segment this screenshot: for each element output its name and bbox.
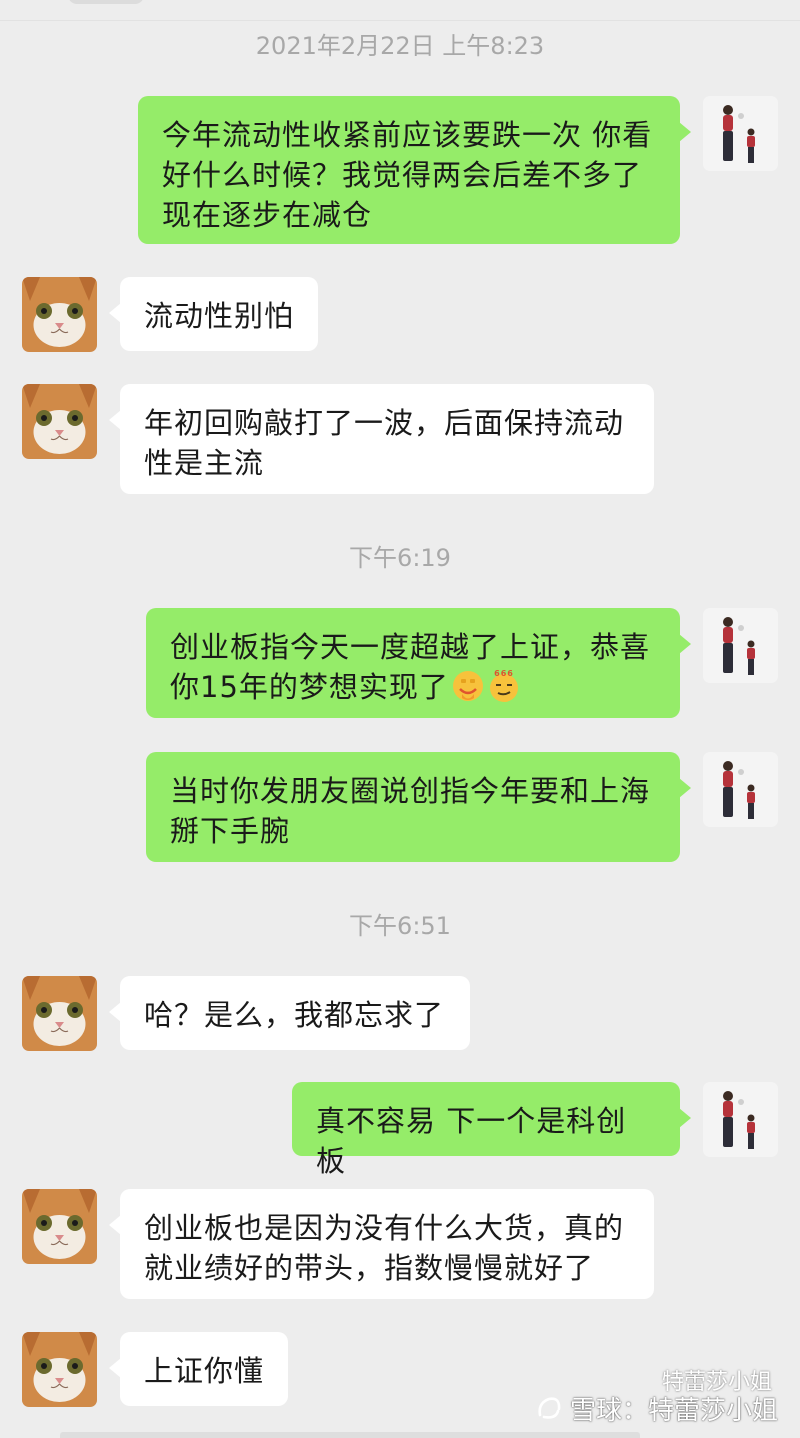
cat-avatar-icon[interactable]: [22, 384, 97, 459]
message-bubble-incoming[interactable]: 创业板也是因为没有什么大货，真的就业绩好的带头，指数慢慢就好了: [109, 1189, 654, 1299]
snowball-logo-icon: [538, 1397, 561, 1419]
cat-avatar-icon[interactable]: [22, 1332, 97, 1407]
emoji-666-text: 666: [494, 669, 514, 678]
smug-666-emoji-icon: 666: [487, 669, 521, 703]
message-text: 创业板指今天一度超越了上证，恭喜你15年的梦想实现了: [170, 630, 651, 704]
chat-screen: 2021年2月22日 上午8:23 今年流动性收紧前应该要跌一次 你看好什么时候…: [0, 0, 800, 1438]
cat-avatar-icon[interactable]: [22, 1189, 97, 1264]
divider: [0, 20, 800, 21]
cat-avatar-icon[interactable]: [22, 277, 97, 352]
figure-avatar-icon[interactable]: [703, 1082, 778, 1157]
figure-avatar-icon[interactable]: [703, 96, 778, 171]
message-bubble-incoming[interactable]: 流动性别怕: [109, 277, 318, 351]
timestamp: 下午6:19: [349, 544, 451, 572]
watermark: 雪球：特蕾莎小姐: [534, 1388, 778, 1428]
fist-emoji-icon: [451, 669, 485, 703]
figure-avatar-icon[interactable]: [703, 752, 778, 827]
top-input-stub: [68, 0, 144, 4]
timestamp: 下午6:51: [349, 912, 451, 940]
message-bubble-outgoing[interactable]: 创业板指今天一度超越了上证，恭喜你15年的梦想实现了 666: [146, 608, 691, 718]
watermark-text: 雪球：特蕾莎小姐: [569, 1395, 778, 1426]
cat-avatar-icon[interactable]: [22, 976, 97, 1051]
message-bubble-outgoing[interactable]: 当时你发朋友圈说创指今年要和上海掰下手腕: [146, 752, 691, 862]
message-bubble-incoming[interactable]: 上证你懂: [109, 1332, 288, 1406]
message-bubble-outgoing[interactable]: 今年流动性收紧前应该要跌一次 你看好什么时候？我觉得两会后差不多了 现在逐步在减…: [138, 96, 691, 244]
timestamp: 2021年2月22日 上午8:23: [255, 32, 545, 60]
bottom-input-stub: [60, 1432, 640, 1438]
figure-avatar-icon[interactable]: [703, 608, 778, 683]
message-bubble-incoming[interactable]: 哈？是么，我都忘求了: [109, 976, 470, 1050]
message-bubble-outgoing[interactable]: 真不容易 下一个是科创板: [292, 1082, 691, 1178]
message-bubble-incoming[interactable]: 年初回购敲打了一波，后面保持流动性是主流: [109, 384, 654, 494]
